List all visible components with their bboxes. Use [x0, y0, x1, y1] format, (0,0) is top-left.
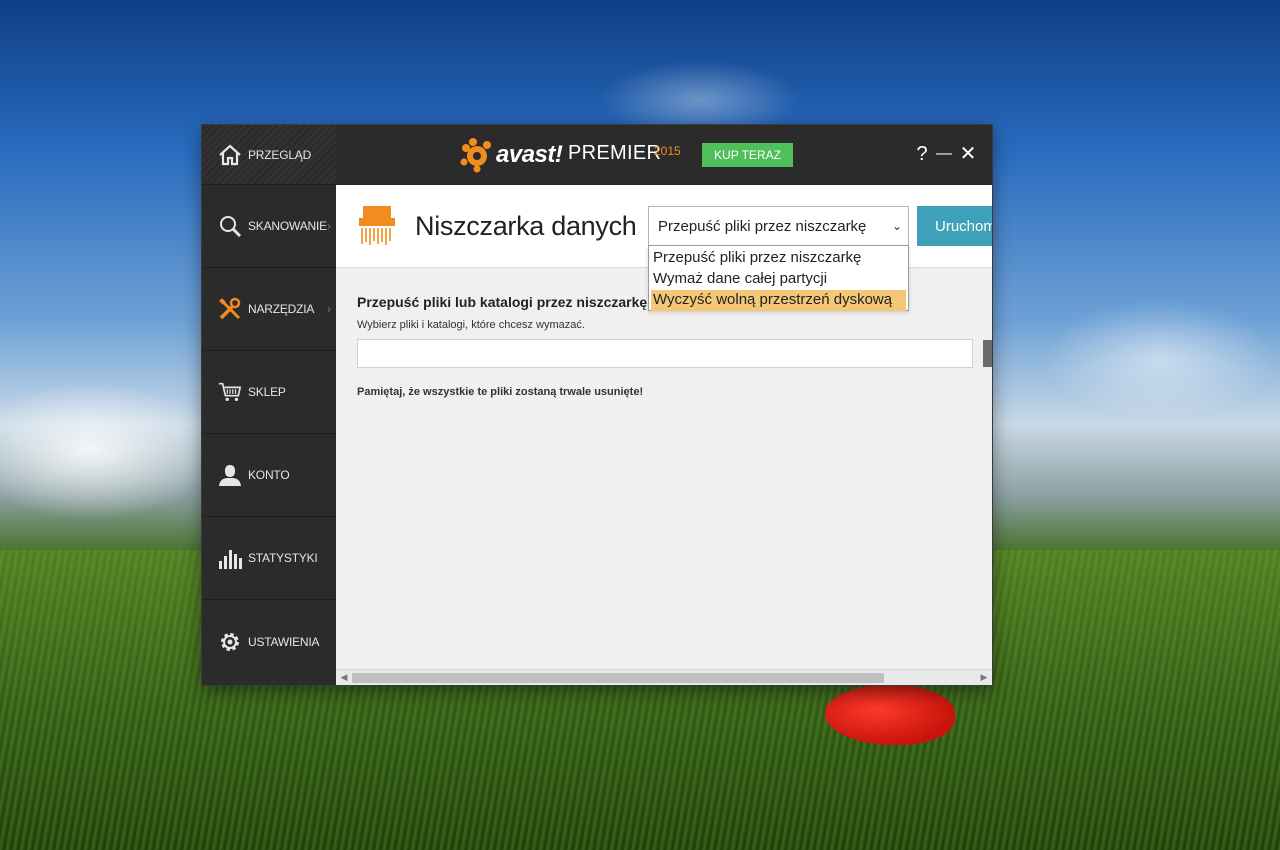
sidebar-item-label: KONTO [248, 468, 290, 482]
sidebar: PRZEGLĄD SKANOWANIE › NARZĘDZIA › SKLEP [202, 125, 336, 685]
main-content: Przepuść pliki lub katalogi przez niszcz… [336, 268, 992, 669]
poppy-flower [825, 685, 955, 745]
avast-window: PRZEGLĄD SKANOWANIE › NARZĘDZIA › SKLEP [202, 125, 992, 685]
sidebar-item-label: SKLEP [248, 385, 286, 399]
shred-mode-select[interactable]: Przepuść pliki przez niszczarkę ⌄ [648, 206, 909, 246]
chevron-right-icon: › [327, 302, 331, 316]
cart-icon [218, 380, 242, 404]
dropdown-option-wipe-free-space[interactable]: Wyczyść wolną przestrzeń dyskową [651, 290, 906, 311]
sidebar-item-tools[interactable]: NARZĘDZIA › [202, 268, 336, 351]
file-path-input[interactable] [357, 339, 973, 368]
run-button[interactable]: Uruchom [917, 206, 992, 246]
minimize-icon[interactable]: — [934, 141, 954, 167]
shred-mode-selected-value: Przepuść pliki przez niszczarkę [658, 217, 867, 235]
sidebar-item-overview[interactable]: PRZEGLĄD [202, 125, 336, 185]
chevron-down-icon: ⌄ [891, 219, 902, 233]
sidebar-item-statistics[interactable]: STATYSTYKI [202, 517, 336, 600]
page-title: Niszczarka danych [415, 211, 637, 241]
dropdown-option-shred-files[interactable]: Przepuść pliki przez niszczarkę [649, 248, 908, 269]
title-bar: avast! PREMIER 2015 KUP TERAZ ? — ✕ [336, 125, 992, 185]
magnifier-icon [218, 214, 242, 238]
gear-icon [218, 630, 242, 654]
avast-logo-icon [460, 138, 491, 173]
sidebar-item-label: NARZĘDZIA [248, 302, 315, 316]
avast-logo: avast! [460, 137, 563, 173]
horizontal-scrollbar[interactable]: ◀ ▶ [336, 669, 992, 685]
sidebar-item-label: USTAWIENIA [248, 634, 320, 649]
scrollbar-thumb[interactable] [352, 673, 884, 683]
help-icon[interactable]: ? [912, 141, 932, 167]
sidebar-item-settings[interactable]: USTAWIENIA [202, 600, 336, 683]
product-name: PREMIER [568, 142, 662, 164]
close-icon[interactable]: ✕ [958, 141, 978, 167]
tools-icon [218, 297, 242, 321]
home-icon [218, 143, 242, 167]
shredder-icon [358, 206, 396, 251]
scroll-right-icon[interactable]: ▶ [978, 672, 990, 683]
sidebar-item-shop[interactable]: SKLEP [202, 351, 336, 434]
shred-mode-dropdown: Przepuść pliki przez niszczarkę Wymaż da… [648, 245, 909, 311]
section-description: Wybierz pliki i katalogi, które chcesz w… [357, 319, 585, 331]
product-year: 2015 [654, 144, 681, 158]
sidebar-item-account[interactable]: KONTO [202, 434, 336, 517]
user-icon [218, 463, 242, 487]
logo-text: avast! [496, 141, 563, 168]
sidebar-item-label: PRZEGLĄD [248, 147, 312, 162]
warning-text: Pamiętaj, że wszystkie te pliki zostaną … [357, 386, 644, 398]
scroll-left-icon[interactable]: ◀ [338, 672, 350, 683]
browse-button[interactable] [983, 340, 992, 367]
buy-now-button[interactable]: KUP TERAZ [702, 143, 793, 167]
sidebar-item-label: STATYSTYKI [248, 551, 318, 565]
cloud [1040, 300, 1280, 420]
chevron-right-icon: › [327, 219, 331, 233]
sidebar-item-label: SKANOWANIE [248, 219, 327, 233]
dropdown-option-wipe-partition[interactable]: Wymaż dane całej partycji [649, 269, 908, 290]
section-title: Przepuść pliki lub katalogi przez niszcz… [357, 294, 648, 310]
cloud [0, 380, 220, 520]
sidebar-item-scan[interactable]: SKANOWANIE › [202, 185, 336, 268]
bar-chart-icon [218, 546, 242, 570]
